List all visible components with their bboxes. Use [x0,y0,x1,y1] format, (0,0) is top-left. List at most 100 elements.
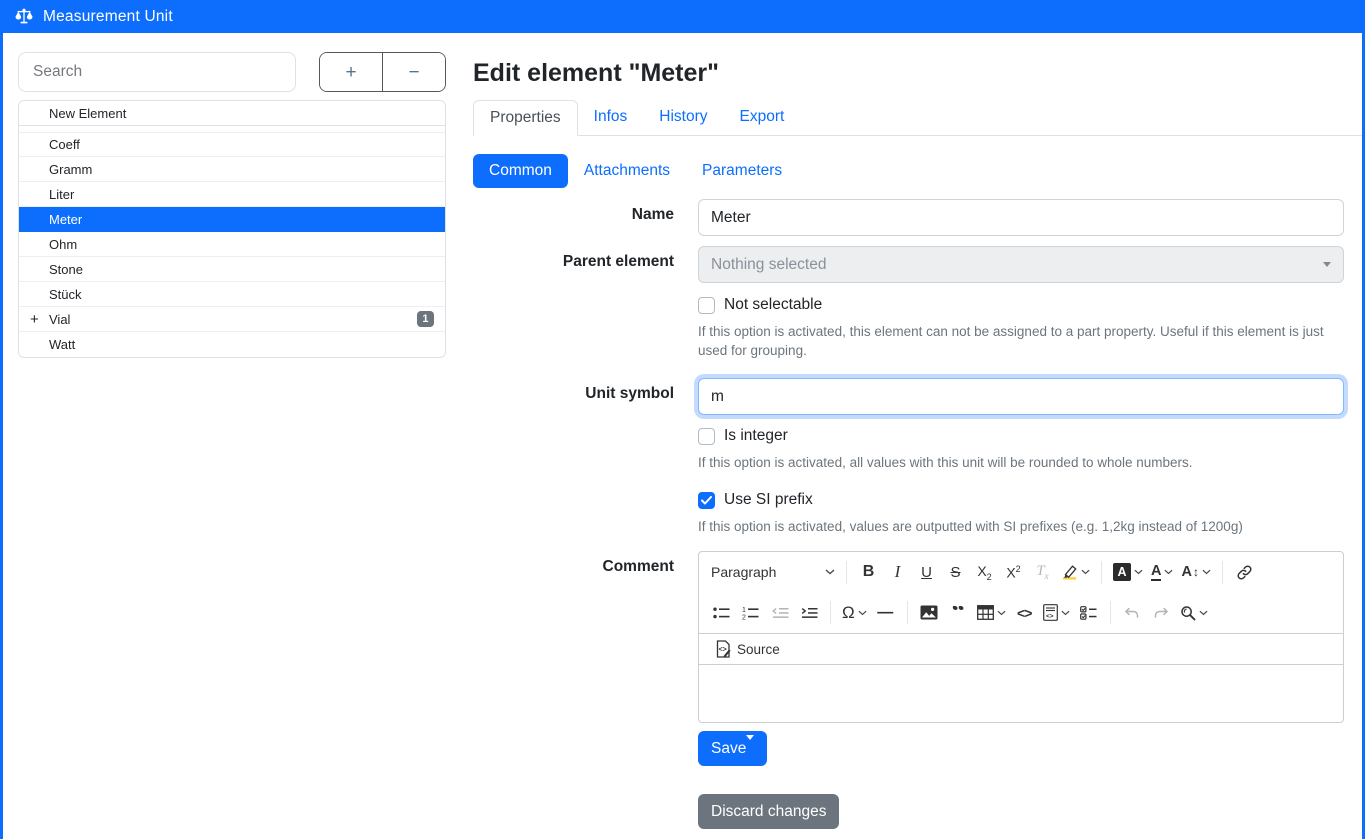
indent-icon [800,606,818,620]
indent-button[interactable] [794,598,823,627]
remove-format-button[interactable]: Tx [1028,558,1057,587]
name-input[interactable] [698,199,1344,236]
tree-item-coeff[interactable]: Coeff [19,132,445,157]
omega-icon: Ω [842,603,855,623]
chevron-down-icon [1061,610,1070,616]
strikethrough-button[interactable]: S [941,558,970,587]
link-button[interactable] [1230,558,1259,587]
remove-element-button[interactable]: − [383,53,445,91]
font-color-button[interactable]: A [1147,558,1177,587]
tree-item-stone[interactable]: Stone [19,257,445,282]
todo-list-button[interactable] [1074,598,1103,627]
chevron-down-icon [1323,262,1331,267]
chevron-down-icon [1202,569,1211,575]
subscript-button[interactable]: X2 [970,558,999,587]
undo-button[interactable] [1118,598,1147,627]
tree-item-liter[interactable]: Liter [19,182,445,207]
svg-text:<>: <> [1046,613,1054,620]
tree-item-watt[interactable]: Watt [19,332,445,357]
use-si-prefix-checkbox-row[interactable]: Use SI prefix [698,491,1344,509]
highlight-button[interactable] [1057,558,1094,587]
block-quote-button[interactable]: “ [944,598,973,627]
tab-infos[interactable]: Infos [578,100,644,135]
unit-symbol-input[interactable] [698,378,1344,415]
underline-button[interactable]: U [912,558,941,587]
redo-button[interactable] [1147,598,1176,627]
unit-symbol-row: Unit symbol [473,378,1344,415]
superscript-button[interactable]: X2 [999,558,1028,587]
svg-text:2: 2 [742,614,746,620]
numbered-list-icon: 1 2 [742,606,759,620]
tab-export[interactable]: Export [724,100,801,135]
find-and-replace-button[interactable] [1176,598,1212,627]
italic-button[interactable]: I [883,558,912,587]
bulleted-list-icon [713,606,730,620]
comment-editor-content[interactable] [699,664,1343,722]
source-button[interactable]: <> Source [709,639,786,659]
font-size-icon: A↕ [1181,564,1198,580]
tree-item-meter[interactable]: Meter [19,207,445,232]
content-frame: + − New Element Coeff Gramm Liter Meter … [0,33,1365,839]
use-si-prefix-checkbox[interactable] [698,492,715,509]
save-dropdown-toggle[interactable] [746,735,754,757]
font-size-button[interactable]: A↕ [1177,558,1214,587]
subtab-attachments[interactable]: Attachments [568,154,686,188]
add-element-button[interactable]: + [320,53,383,91]
subtab-parameters[interactable]: Parameters [686,154,798,188]
tree-item-gramm[interactable]: Gramm [19,157,445,182]
insert-image-button[interactable] [915,598,944,627]
tree-item-vial[interactable]: + Vial 1 [19,307,445,332]
code-block-button[interactable]: <> [1010,598,1039,627]
discard-changes-button[interactable]: Discard changes [698,794,839,829]
outdent-button[interactable] [765,598,794,627]
subtab-common[interactable]: Common [473,154,568,188]
tree-item-stueck[interactable]: Stück [19,282,445,307]
insert-table-button[interactable] [973,598,1010,627]
expand-icon[interactable]: + [30,311,39,328]
is-integer-checkbox[interactable] [698,428,715,445]
not-selectable-help: If this option is activated, this elemen… [698,322,1344,360]
link-icon [1236,564,1253,581]
editor-toolbar-row1: Paragraph B I U S X2 X2 Tx [699,552,1343,592]
save-button[interactable]: Save [698,731,767,766]
chevron-down-icon [1164,569,1173,575]
bulleted-list-button[interactable] [707,598,736,627]
font-background-icon: A [1113,563,1131,581]
edit-form: Name Parent element Nothing selected [473,199,1344,829]
redo-icon [1153,606,1169,620]
is-integer-checkbox-row[interactable]: Is integer [698,427,1344,445]
tab-history[interactable]: History [643,100,723,135]
parent-select[interactable]: Nothing selected [698,246,1344,283]
tab-properties[interactable]: Properties [473,100,578,136]
page-title: Edit element "Meter" [473,59,1344,88]
comment-row: Comment Paragraph B I U [473,551,1344,723]
find-replace-icon [1180,605,1196,621]
search-input[interactable] [18,52,296,92]
numbered-list-button[interactable]: 1 2 [736,598,765,627]
horizontal-line-button[interactable]: — [871,598,900,627]
todo-list-icon [1080,606,1097,620]
not-selectable-checkbox[interactable] [698,297,715,314]
bold-button[interactable]: B [854,558,883,587]
paragraph-dropdown[interactable]: Paragraph [707,558,839,587]
html-embed-button[interactable]: <> [1039,598,1074,627]
outdent-icon [771,606,789,620]
sub-tabs: Common Attachments Parameters [473,154,1344,188]
quote-icon: “ [951,606,965,620]
tree-item-new-element[interactable]: New Element [19,101,445,126]
not-selectable-checkbox-row[interactable]: Not selectable [698,296,1344,314]
comment-label: Comment [473,551,674,723]
not-selectable-label: Not selectable [724,296,822,314]
name-row: Name [473,199,1344,236]
chevron-down-icon [1134,569,1143,575]
tree-item-ohm[interactable]: Ohm [19,232,445,257]
parent-label: Parent element [473,246,674,283]
special-characters-button[interactable]: Ω [838,598,871,627]
highlighter-icon [1061,564,1078,580]
editor-toolbar-row3: <> Source [699,633,1343,664]
html-embed-icon: <> [1043,604,1058,621]
font-background-color-button[interactable]: A [1109,558,1147,587]
chevron-down-icon [1081,569,1090,575]
chevron-down-icon [858,610,867,616]
is-integer-help: If this option is activated, all values … [698,453,1344,472]
